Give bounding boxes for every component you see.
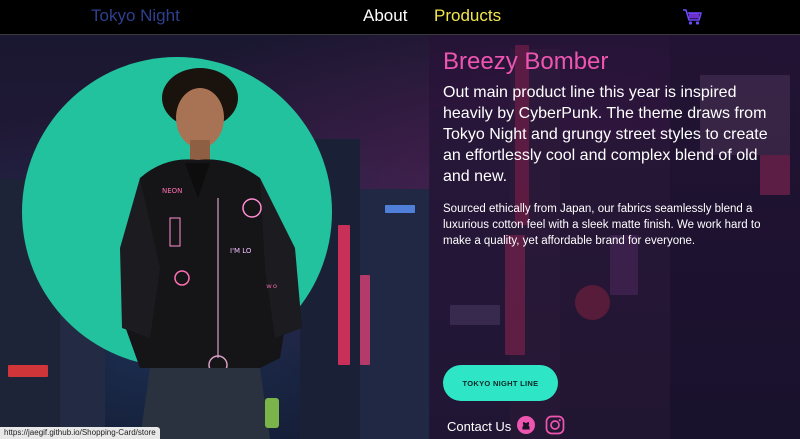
contact-us-label[interactable]: Contact Us: [447, 419, 511, 434]
nav-link-about[interactable]: About: [363, 6, 407, 26]
product-lead-text: Out main product line this year is inspi…: [443, 84, 768, 185]
brand-logo-link[interactable]: Tokyo Night: [91, 6, 180, 26]
instagram-icon[interactable]: [545, 415, 565, 435]
tokyo-night-line-button[interactable]: TOKYO NIGHT LINE: [443, 365, 558, 401]
product-description-block: Breezy Bomber Out main product line this…: [443, 48, 788, 249]
neon-sign: [338, 225, 350, 365]
svg-text:ｗｏ: ｗｏ: [266, 283, 278, 290]
top-navbar: Tokyo Night About Products: [0, 0, 800, 35]
product-title: Breezy Bomber: [443, 48, 609, 75]
neon-sign: [385, 205, 415, 213]
shopping-cart-icon[interactable]: [682, 8, 704, 26]
browser-status-url: https://jaegif.github.io/Shopping-Card/s…: [0, 427, 160, 439]
model-wearing-bomber-image: NEON I'M LO ｗｏ: [120, 68, 302, 439]
svg-text:NEON: NEON: [162, 187, 182, 195]
nav-link-products[interactable]: Products: [434, 6, 501, 26]
product-detail-text: Sourced ethically from Japan, our fabric…: [443, 203, 761, 247]
neon-sign: [360, 275, 370, 365]
building: [360, 189, 430, 439]
neon-sign: [8, 365, 48, 377]
github-icon[interactable]: [516, 415, 536, 435]
svg-text:I'M LO: I'M LO: [230, 247, 252, 255]
